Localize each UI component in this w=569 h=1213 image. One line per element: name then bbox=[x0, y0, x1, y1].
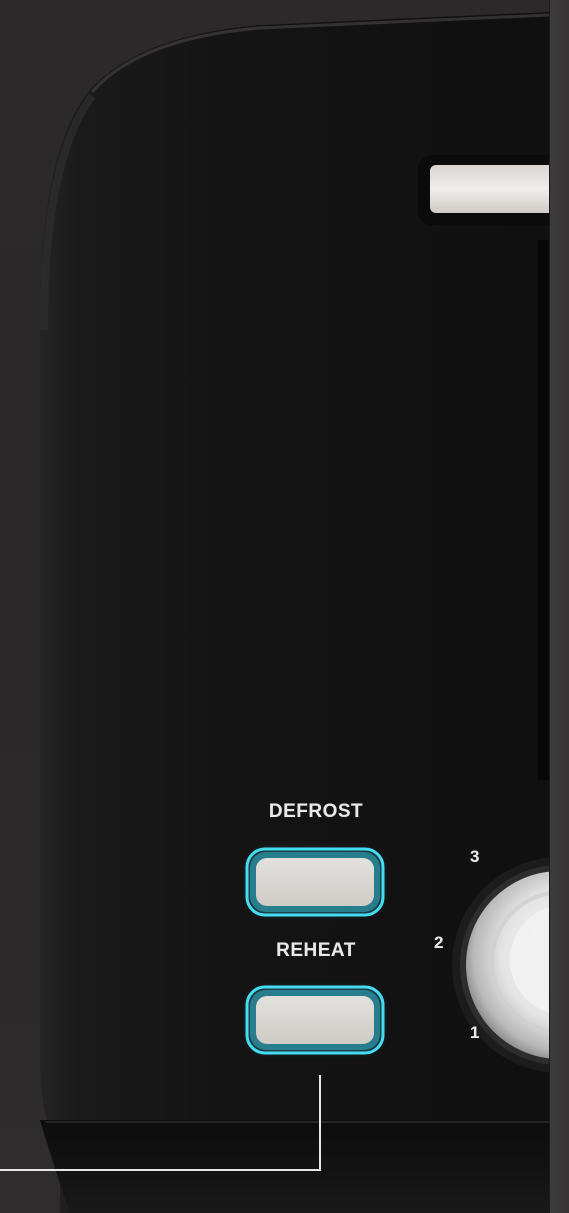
reheat-label: REHEAT bbox=[276, 940, 356, 961]
toaster-product-photo: DEFROST REHEAT 3 2 1 bbox=[0, 0, 569, 1213]
defrost-button[interactable] bbox=[245, 847, 385, 917]
browning-level-3: 3 bbox=[470, 847, 480, 866]
defrost-label: DEFROST bbox=[268, 801, 364, 822]
browning-level-2: 2 bbox=[434, 933, 444, 952]
page-edge-strip bbox=[549, 0, 569, 1213]
browning-level-1: 1 bbox=[470, 1023, 480, 1042]
reheat-button[interactable] bbox=[245, 985, 385, 1055]
toaster-illustration bbox=[0, 12, 569, 1213]
bread-slot bbox=[418, 155, 569, 225]
toaster-base bbox=[40, 1120, 549, 1213]
